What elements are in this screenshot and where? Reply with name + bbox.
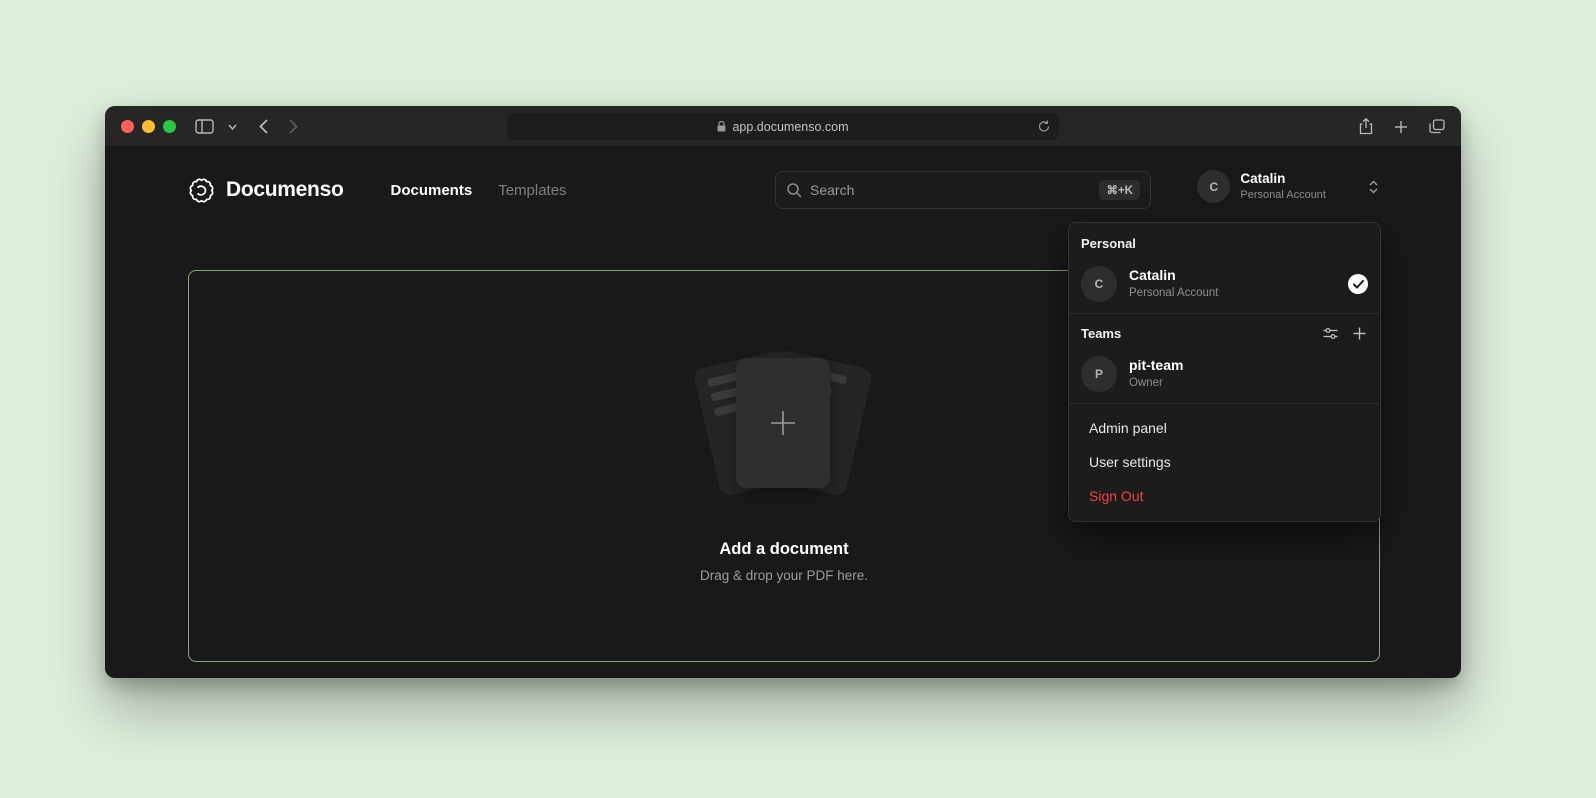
browser-chrome: app.documenso.com bbox=[105, 106, 1461, 147]
selected-check-icon bbox=[1348, 274, 1368, 294]
menu-item-admin-panel[interactable]: Admin panel bbox=[1069, 411, 1380, 445]
illustration-card-center bbox=[736, 358, 830, 488]
personal-account-type: Personal Account bbox=[1129, 287, 1336, 300]
forward-button[interactable] bbox=[289, 119, 298, 134]
brand[interactable]: Documenso bbox=[188, 177, 344, 204]
address-bar[interactable]: app.documenso.com bbox=[507, 113, 1059, 140]
dropzone-title: Add a document bbox=[719, 540, 848, 559]
menu-team-row[interactable]: P pit-team Owner bbox=[1069, 349, 1380, 403]
account-dropdown-menu: Personal C Catalin Personal Account Team… bbox=[1068, 222, 1381, 522]
menu-personal-account-row[interactable]: C Catalin Personal Account bbox=[1069, 259, 1380, 313]
personal-account-name: Catalin bbox=[1129, 268, 1336, 283]
chevron-up-down-icon bbox=[1368, 179, 1379, 195]
teams-header-label: Teams bbox=[1081, 326, 1323, 341]
brand-name: Documenso bbox=[226, 178, 344, 202]
lock-icon bbox=[717, 121, 726, 132]
traffic-lights bbox=[121, 120, 176, 133]
account-type: Personal Account bbox=[1240, 189, 1326, 201]
menu-item-sign-out[interactable]: Sign Out bbox=[1069, 479, 1380, 513]
documents-illustration bbox=[674, 350, 894, 514]
menu-item-user-settings[interactable]: User settings bbox=[1069, 445, 1380, 479]
account-menu-trigger[interactable]: C Catalin Personal Account bbox=[1197, 170, 1379, 203]
url-text: app.documenso.com bbox=[732, 120, 848, 134]
minimize-window-button[interactable] bbox=[142, 120, 155, 133]
zoom-window-button[interactable] bbox=[163, 120, 176, 133]
search-input[interactable] bbox=[810, 182, 1091, 198]
tab-overview-icon[interactable] bbox=[1429, 119, 1445, 134]
team-name: pit-team bbox=[1129, 358, 1368, 373]
nav-templates[interactable]: Templates bbox=[498, 182, 566, 199]
avatar: C bbox=[1197, 170, 1230, 203]
search-bar[interactable]: ⌘+K bbox=[775, 171, 1151, 209]
avatar: P bbox=[1081, 356, 1117, 392]
reload-icon[interactable] bbox=[1038, 120, 1050, 133]
app-header: Documenso Documents Templates ⌘+K C Cata… bbox=[105, 147, 1461, 233]
account-name: Catalin bbox=[1240, 172, 1326, 187]
menu-personal-header: Personal bbox=[1069, 223, 1380, 259]
sidebar-toggle-icon[interactable] bbox=[195, 119, 214, 134]
share-icon[interactable] bbox=[1359, 118, 1373, 135]
main-nav: Documents Templates bbox=[391, 182, 567, 199]
dropzone-subtitle: Drag & drop your PDF here. bbox=[700, 568, 868, 583]
plus-icon bbox=[768, 408, 798, 438]
search-icon bbox=[786, 182, 802, 198]
sidebar-chevron-down-icon[interactable] bbox=[228, 124, 237, 130]
documenso-logo-icon bbox=[188, 177, 215, 204]
create-team-icon[interactable] bbox=[1353, 327, 1366, 340]
team-role: Owner bbox=[1129, 377, 1368, 390]
nav-documents[interactable]: Documents bbox=[391, 182, 473, 199]
manage-teams-icon[interactable] bbox=[1323, 327, 1338, 340]
search-shortcut-badge: ⌘+K bbox=[1099, 180, 1140, 200]
close-window-button[interactable] bbox=[121, 120, 134, 133]
back-button[interactable] bbox=[259, 119, 268, 134]
new-tab-icon[interactable] bbox=[1394, 120, 1408, 134]
menu-teams-header: Teams bbox=[1069, 314, 1380, 349]
avatar: C bbox=[1081, 266, 1117, 302]
browser-window: app.documenso.com bbox=[105, 106, 1461, 678]
